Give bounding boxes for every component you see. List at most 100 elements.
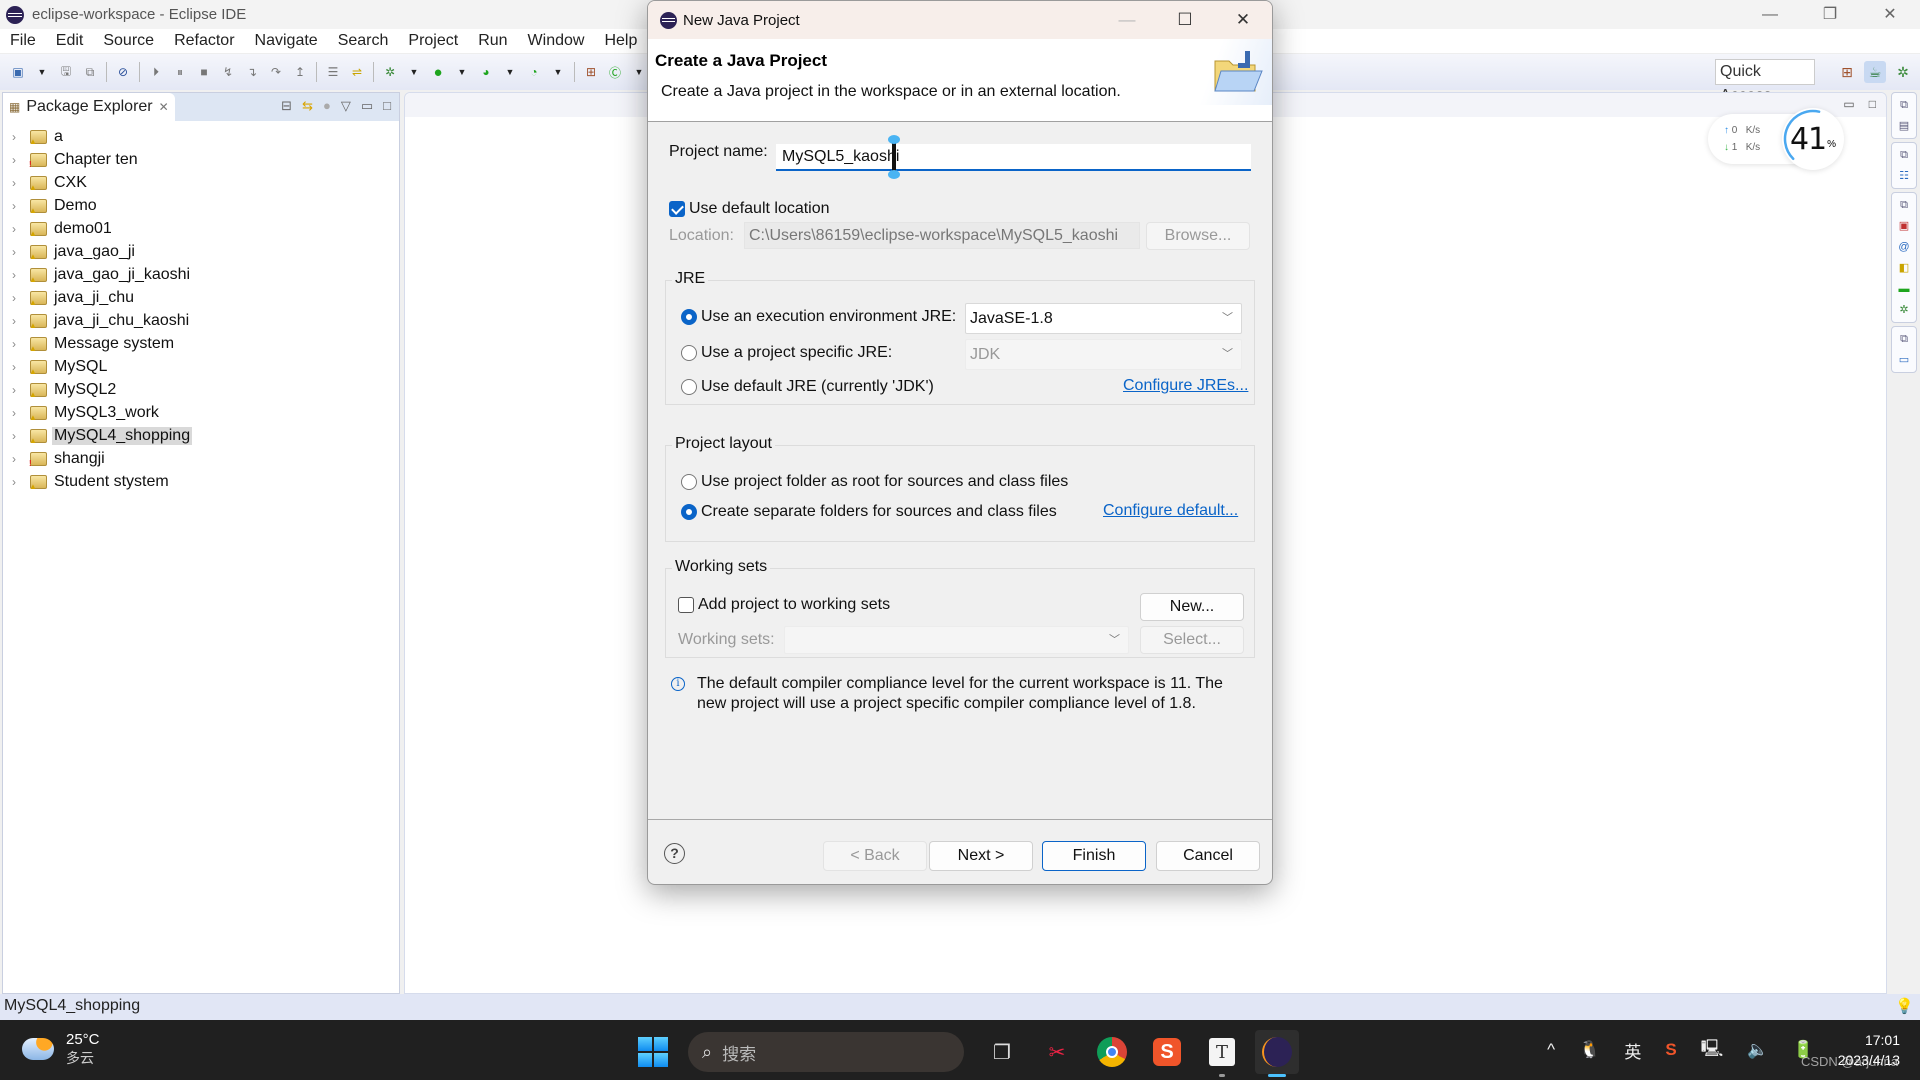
suspend-icon[interactable]: ⏸ [172, 64, 188, 80]
chevron-right-icon[interactable]: › [12, 452, 24, 466]
view-menu-icon[interactable]: ▽ [341, 98, 351, 114]
menu-refactor[interactable]: Refactor [174, 32, 234, 50]
volume-icon[interactable]: 🔈 [1747, 1040, 1768, 1060]
project-tree-item[interactable]: › ▲ Message system [3, 332, 399, 355]
menu-file[interactable]: File [10, 32, 36, 50]
menu-project[interactable]: Project [408, 32, 458, 50]
drop-to-frame-icon[interactable]: ⇌ [349, 64, 365, 80]
chevron-right-icon[interactable]: › [12, 314, 24, 328]
chevron-right-icon[interactable]: › [12, 199, 24, 213]
javadoc-icon[interactable]: @ [1898, 239, 1909, 255]
skip-breakpoints-icon[interactable]: ⊘ [115, 64, 131, 80]
debug-perspective-icon[interactable]: ✲ [1892, 61, 1914, 83]
sogou-icon[interactable]: S [1145, 1030, 1189, 1074]
chevron-right-icon[interactable]: › [12, 130, 24, 144]
open-perspective-icon[interactable]: ⊞ [1836, 61, 1858, 83]
dropdown-arrow-icon[interactable]: ▼ [631, 64, 647, 80]
resume-icon[interactable]: ⏵ [148, 64, 164, 80]
dialog-maximize-button[interactable]: ☐ [1156, 1, 1214, 39]
text-caret-handle[interactable] [888, 135, 900, 179]
typora-icon[interactable]: T [1200, 1030, 1244, 1077]
disconnect-icon[interactable]: ↯ [220, 64, 236, 80]
project-tree-item[interactable]: › ▲ MySQL3_work [3, 401, 399, 424]
quick-access-input[interactable]: Quick Access [1715, 59, 1815, 104]
minimize-editor-icon[interactable]: ▭ [1843, 97, 1854, 111]
add-to-working-sets-checkbox[interactable] [678, 597, 694, 613]
chevron-right-icon[interactable]: › [12, 268, 24, 282]
step-over-icon[interactable]: ↷ [268, 64, 284, 80]
tab-package-explorer[interactable]: ▦ Package Explorer ✕ [3, 93, 175, 121]
project-tree-item[interactable]: › ▲ MySQL2 [3, 378, 399, 401]
step-return-icon[interactable]: ↥ [292, 64, 308, 80]
new-working-set-button[interactable]: New... [1140, 593, 1244, 621]
project-name-input[interactable] [776, 144, 1251, 171]
working-sets-select[interactable]: ﹀ [784, 626, 1129, 654]
restore-icon[interactable]: ⧉ [1900, 331, 1908, 347]
project-tree-item[interactable]: ›! Chapter ten [3, 148, 399, 171]
chevron-right-icon[interactable]: › [12, 153, 24, 167]
dropdown-arrow-icon[interactable]: ▼ [550, 64, 566, 80]
chevron-right-icon[interactable]: › [12, 176, 24, 190]
chevron-right-icon[interactable]: › [12, 429, 24, 443]
chevron-right-icon[interactable]: › [12, 337, 24, 351]
declaration-icon[interactable]: ◧ [1899, 260, 1909, 276]
browse-button[interactable]: Browse... [1146, 222, 1250, 250]
restore-icon[interactable]: ⧉ [1900, 197, 1908, 213]
problems-icon[interactable]: ▣ [1899, 218, 1909, 234]
project-tree-item[interactable]: › ▲ java_gao_ji_kaoshi [3, 263, 399, 286]
project-specific-jre-select[interactable]: JDK ﹀ [965, 339, 1242, 370]
terminate-icon[interactable]: ■ [196, 64, 212, 80]
project-folder-root-radio[interactable] [681, 474, 697, 490]
project-tree-item[interactable]: › ▲ MySQL4_shopping [3, 424, 399, 447]
separate-folders-radio[interactable] [681, 504, 697, 520]
eclipse-taskbar-icon[interactable] [1255, 1030, 1299, 1077]
help-icon[interactable]: ? [664, 843, 685, 864]
dropdown-arrow-icon[interactable]: ▼ [34, 64, 50, 80]
chevron-right-icon[interactable]: › [12, 475, 24, 489]
use-default-location-checkbox[interactable] [669, 201, 685, 217]
dropdown-arrow-icon[interactable]: ▼ [502, 64, 518, 80]
collapse-all-icon[interactable]: ⊟ [281, 98, 292, 114]
new-java-class-icon[interactable]: Ⓒ [607, 64, 623, 80]
default-jre-radio[interactable] [681, 379, 697, 395]
minimize-button[interactable]: — [1740, 0, 1800, 29]
new-icon[interactable]: ▣ [10, 64, 26, 80]
project-tree-item[interactable]: › ▲ demo01 [3, 217, 399, 240]
restore-button[interactable]: ❐ [1800, 0, 1860, 29]
menu-edit[interactable]: Edit [56, 32, 84, 50]
menu-navigate[interactable]: Navigate [255, 32, 318, 50]
dropdown-arrow-icon[interactable]: ▼ [454, 64, 470, 80]
chrome-icon[interactable] [1090, 1030, 1134, 1074]
configure-default-link[interactable]: Configure default... [1103, 502, 1238, 520]
project-tree-item[interactable]: › ▲ Demo [3, 194, 399, 217]
chevron-right-icon[interactable]: › [12, 222, 24, 236]
menu-run[interactable]: Run [478, 32, 507, 50]
finish-button[interactable]: Finish [1042, 841, 1146, 871]
chevron-right-icon[interactable]: › [12, 383, 24, 397]
chevron-right-icon[interactable]: › [12, 406, 24, 420]
dialog-close-button[interactable]: ✕ [1214, 1, 1272, 39]
debug-view-icon[interactable]: ✲ [1899, 302, 1908, 318]
start-button[interactable] [638, 1037, 668, 1067]
run-icon[interactable]: ● [430, 64, 446, 81]
link-with-editor-icon[interactable]: ⇆ [302, 98, 313, 114]
weather-widget[interactable]: 25°C 多云 [22, 1030, 100, 1068]
configure-jres-link[interactable]: Configure JREs... [1123, 377, 1248, 395]
project-tree-item[interactable]: › ▲ a [3, 125, 399, 148]
use-step-filters-icon[interactable]: ☰ [325, 64, 341, 80]
exec-env-select[interactable]: JavaSE-1.8 ﹀ [965, 303, 1242, 334]
back-button[interactable]: < Back [823, 841, 927, 871]
new-java-package-icon[interactable]: ⊞ [583, 64, 599, 80]
coverage-icon[interactable]: ◕ [478, 64, 494, 80]
project-tree-item[interactable]: › ▲ MySQL [3, 355, 399, 378]
qq-icon[interactable]: 🐧 [1579, 1040, 1600, 1060]
menu-window[interactable]: Window [528, 32, 585, 50]
save-icon[interactable]: 🖫 [58, 64, 74, 80]
select-working-set-button[interactable]: Select... [1140, 626, 1244, 654]
chevron-right-icon[interactable]: › [12, 360, 24, 374]
project-tree-item[interactable]: › ▲ java_ji_chu_kaoshi [3, 309, 399, 332]
project-tree-item[interactable]: › ▲ CXK [3, 171, 399, 194]
focus-active-task-icon[interactable]: ● [323, 98, 331, 114]
location-input[interactable]: C:\Users\86159\eclipse-workspace\MySQL5_… [744, 222, 1140, 249]
network-icon[interactable]: 🖳 [1701, 1036, 1724, 1065]
